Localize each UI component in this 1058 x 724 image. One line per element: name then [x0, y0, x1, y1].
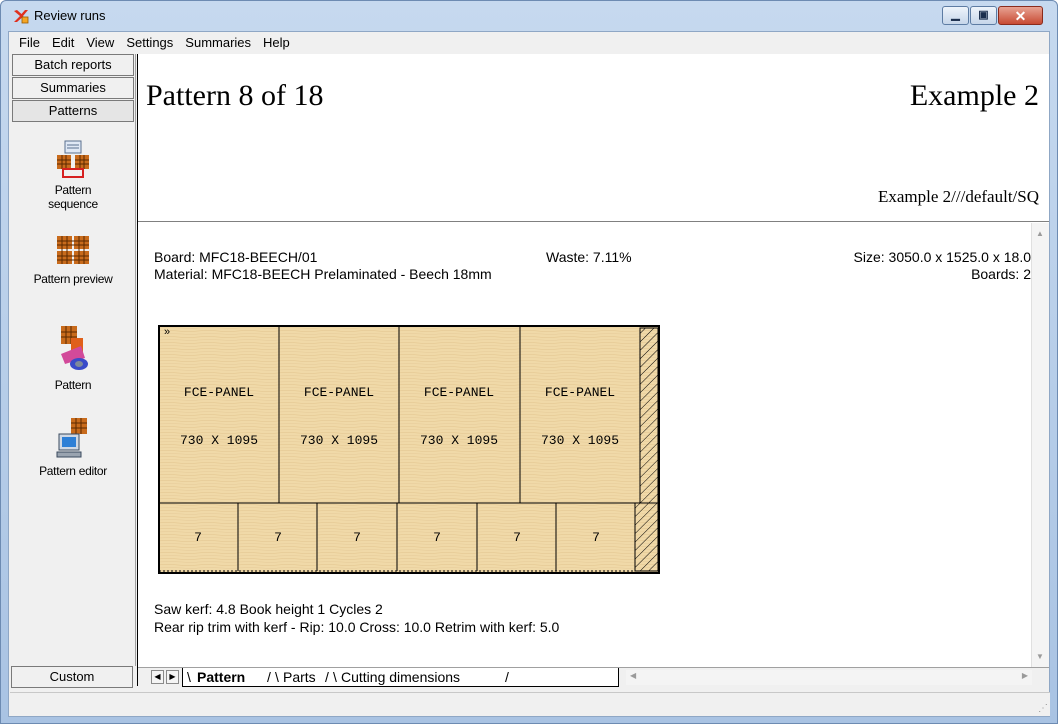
- pattern-tool[interactable]: Pattern: [12, 324, 134, 392]
- tab-pattern[interactable]: Pattern: [197, 669, 245, 686]
- report-header: Pattern 8 of 18 Example 2 Example 2///de…: [138, 54, 1049, 222]
- part-label: FCE-PANEL: [184, 385, 254, 400]
- maximize-button[interactable]: ▣: [970, 6, 997, 25]
- part-dims: 730 X 1095: [300, 433, 378, 448]
- tab-separator: /: [505, 669, 509, 685]
- tab-strip: ◀ ▶ \ Pattern / \ Parts / \ Cutting dime…: [138, 667, 1049, 687]
- batch-reports-button[interactable]: Batch reports: [12, 54, 134, 76]
- tab-cutting-dimensions[interactable]: Cutting dimensions: [341, 669, 460, 686]
- strip-label: 7: [353, 530, 361, 545]
- menu-bar: File Edit View Settings Summaries Help: [9, 32, 1049, 53]
- strip-label: 7: [433, 530, 441, 545]
- pattern-icon: [61, 326, 88, 370]
- tab-area: \ Pattern / \ Parts / \ Cutting dimensio…: [182, 668, 619, 687]
- menu-settings[interactable]: Settings: [120, 33, 179, 53]
- client-area: File Edit View Settings Summaries Help B…: [8, 31, 1050, 717]
- waste-info: Waste: 7.11%: [546, 249, 632, 265]
- menu-view[interactable]: View: [80, 33, 120, 53]
- trim-info: Rear rip trim with kerf - Rip: 10.0 Cros…: [154, 619, 560, 635]
- summaries-button[interactable]: Summaries: [12, 77, 134, 99]
- part-dims: 730 X 1095: [420, 433, 498, 448]
- feed-direction-icon: »: [164, 326, 170, 338]
- scroll-up-icon[interactable]: ▲: [1036, 229, 1044, 238]
- pattern-preview-label: Pattern preview: [33, 272, 113, 286]
- close-button[interactable]: ✕: [998, 6, 1043, 25]
- main-view: Pattern 8 of 18 Example 2 Example 2///de…: [137, 54, 1049, 687]
- part-label: FCE-PANEL: [424, 385, 494, 400]
- window-title: Review runs: [34, 8, 106, 23]
- part-dims: 730 X 1095: [180, 433, 258, 448]
- menu-help[interactable]: Help: [257, 33, 296, 53]
- tab-prev-button[interactable]: ◀: [151, 670, 164, 684]
- strip-label: 7: [274, 530, 282, 545]
- menu-edit[interactable]: Edit: [46, 33, 80, 53]
- menu-file[interactable]: File: [13, 33, 46, 53]
- application-window: Review runs ▁ ▣ ✕ File Edit View Setting…: [0, 0, 1058, 724]
- resize-grip-icon[interactable]: ⋰: [1038, 703, 1048, 714]
- part-label: FCE-PANEL: [304, 385, 374, 400]
- tab-separator: \: [275, 669, 279, 685]
- tab-separator: \: [333, 669, 337, 685]
- pattern-sequence-label-1: Pattern: [54, 183, 92, 197]
- horizontal-scrollbar[interactable]: ◀ ▶: [626, 670, 1032, 685]
- menu-summaries[interactable]: Summaries: [179, 33, 257, 53]
- pattern-editor-label: Pattern editor: [39, 464, 107, 478]
- waste-strip-bottom: [634, 502, 659, 572]
- pattern-preview-tool[interactable]: Pattern preview: [12, 232, 134, 286]
- example-title: Example 2: [909, 79, 1039, 112]
- pattern-sequence-label-2: sequence: [48, 197, 98, 211]
- minimize-button[interactable]: ▁: [942, 6, 969, 25]
- pattern-editor-icon: [56, 418, 87, 458]
- strip-label: 7: [194, 530, 202, 545]
- custom-button[interactable]: Custom: [11, 666, 133, 688]
- title-bar[interactable]: Review runs ▁ ▣ ✕: [1, 1, 1057, 31]
- pattern-label: Pattern: [54, 378, 92, 392]
- maximize-icon: ▣: [978, 9, 989, 21]
- window-controls: ▁ ▣ ✕: [941, 6, 1043, 25]
- scroll-right-icon[interactable]: ▶: [1022, 671, 1028, 680]
- tab-parts[interactable]: Parts: [283, 669, 316, 686]
- patterns-button[interactable]: Patterns: [12, 100, 134, 122]
- strip-label: 7: [592, 530, 600, 545]
- tab-next-button[interactable]: ▶: [166, 670, 179, 684]
- waste-strip-top: [639, 327, 659, 504]
- strip-label: 7: [513, 530, 521, 545]
- example-path: Example 2///default/SQ: [878, 187, 1039, 206]
- pattern-content: Board: MFC18-BEECH/01 Waste: 7.11% Size:…: [138, 223, 1031, 667]
- tab-separator: /: [325, 669, 329, 685]
- vertical-scrollbar[interactable]: ▲ ▼: [1031, 223, 1049, 667]
- tab-separator: /: [267, 669, 271, 685]
- boards-info: Boards: 2: [971, 266, 1031, 282]
- size-info: Size: 3050.0 x 1525.0 x 18.0: [853, 249, 1031, 265]
- saw-kerf-info: Saw kerf: 4.8 Book height 1 Cycles 2: [154, 601, 383, 617]
- pattern-title: Pattern 8 of 18: [146, 79, 324, 112]
- app-logo-icon: [14, 10, 29, 24]
- left-nav-panel: Batch reports Summaries Patterns Pattern…: [10, 54, 136, 666]
- board-info: Board: MFC18-BEECH/01: [154, 249, 318, 265]
- status-bar: ⋰: [10, 692, 1050, 716]
- cutting-pattern-diagram[interactable]: » FCE-PANEL FCE-PANEL FCE-PANEL FCE-PANE…: [158, 323, 660, 575]
- material-info: Material: MFC18-BEECH Prelaminated - Bee…: [154, 266, 492, 282]
- part-dims: 730 X 1095: [541, 433, 619, 448]
- scroll-down-icon[interactable]: ▼: [1036, 652, 1044, 661]
- board-outline: [158, 325, 660, 574]
- close-icon: ✕: [1014, 7, 1027, 24]
- pattern-preview-icon: [57, 236, 89, 264]
- tab-separator: \: [187, 669, 191, 685]
- pattern-sequence-tool[interactable]: Pattern sequence: [12, 139, 134, 211]
- pattern-sequence-icon: [57, 140, 89, 178]
- pattern-editor-tool[interactable]: Pattern editor: [12, 416, 134, 478]
- minimize-icon: ▁: [951, 9, 960, 21]
- scroll-left-icon[interactable]: ◀: [630, 671, 636, 680]
- part-label: FCE-PANEL: [545, 385, 615, 400]
